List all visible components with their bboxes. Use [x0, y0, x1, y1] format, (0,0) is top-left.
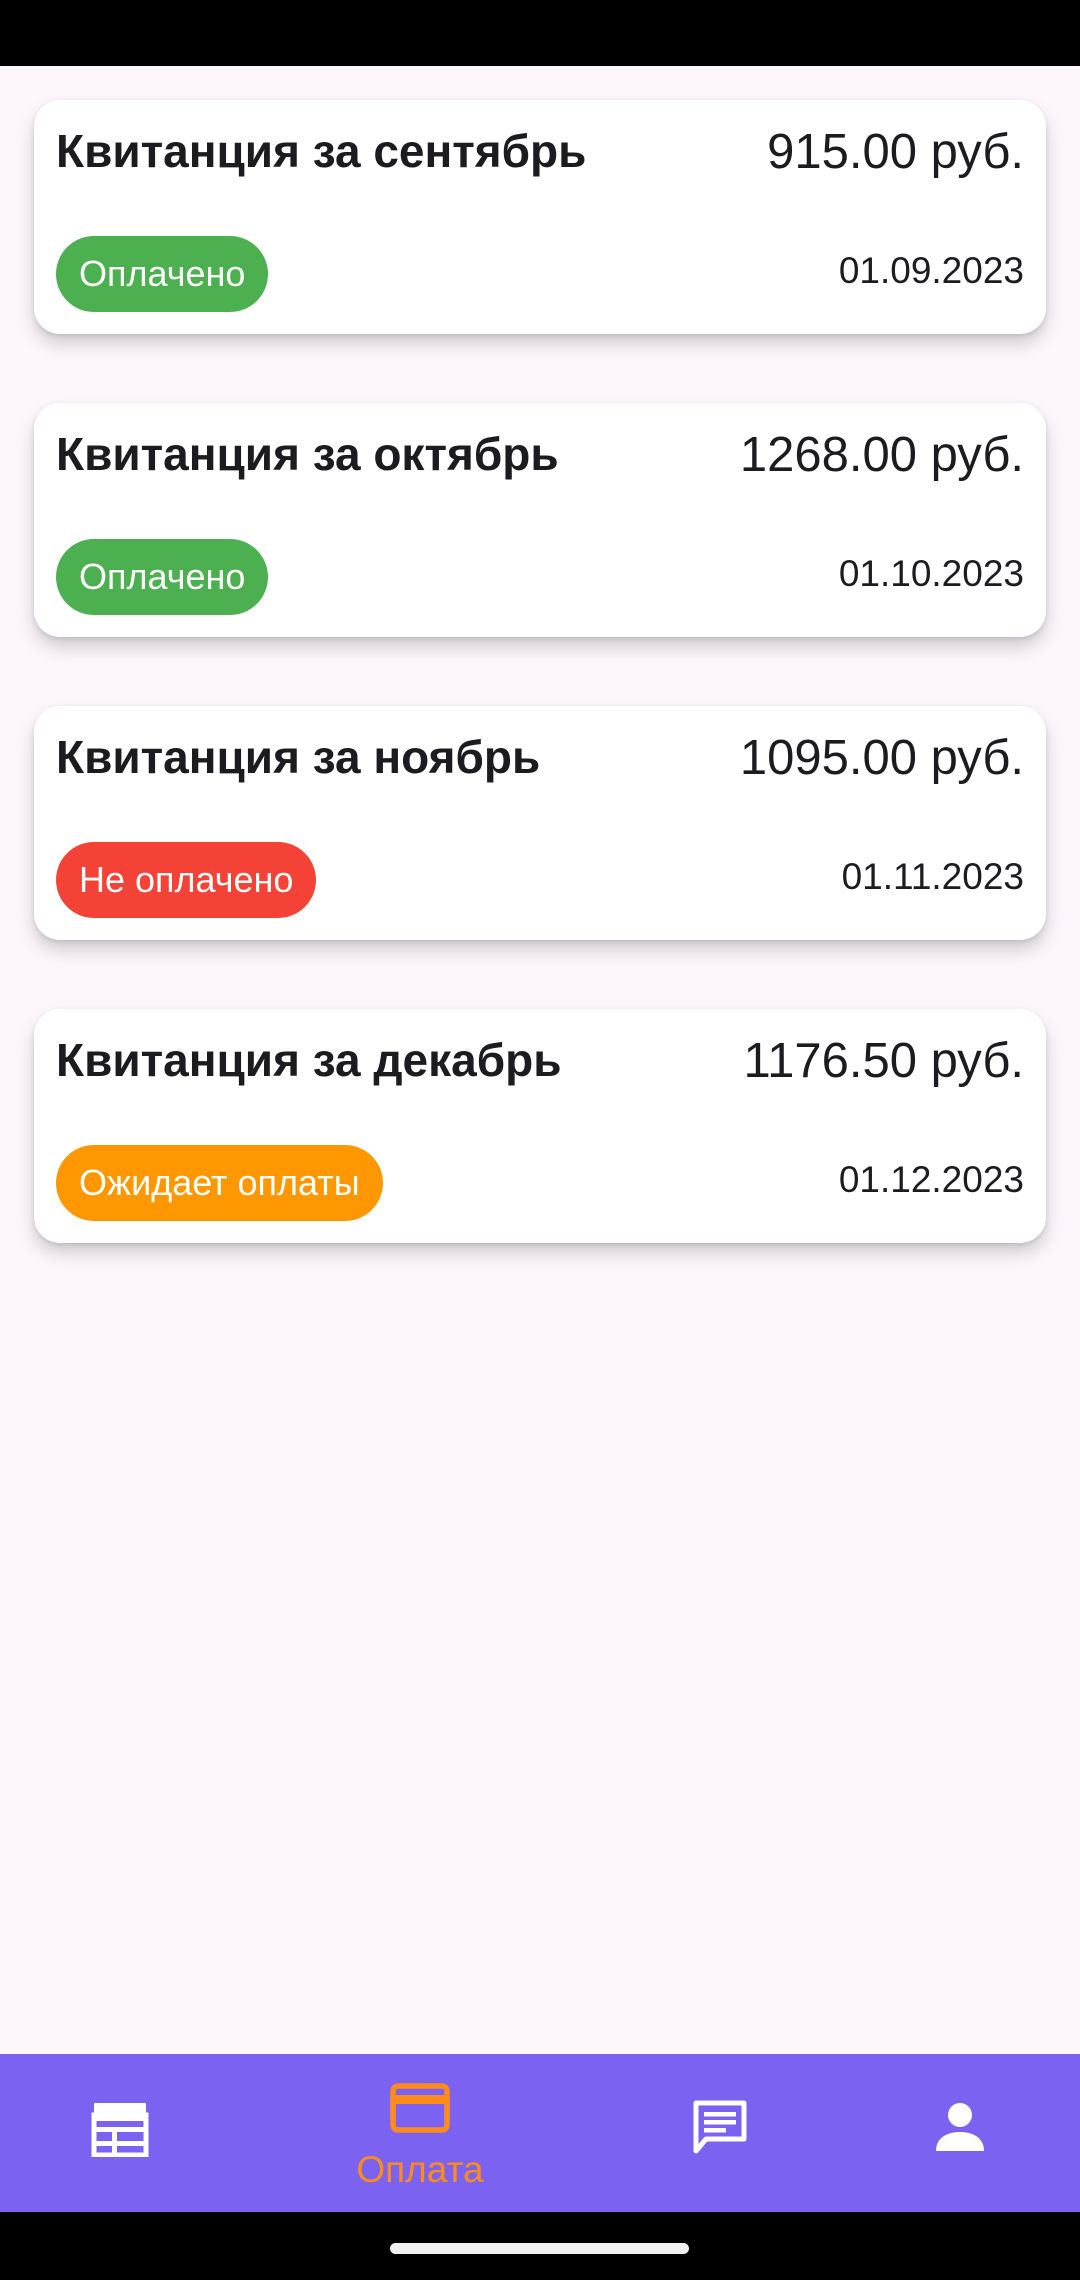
receipt-date: 01.09.2023 [838, 250, 1024, 291]
status-badge: Ожидает оплаты [56, 1145, 383, 1221]
receipt-amount: 1095.00 руб. [739, 731, 1024, 785]
credit-card-icon [390, 2083, 450, 2133]
status-badge: Оплачено [56, 539, 269, 615]
nav-label-payment: Оплата [356, 2149, 484, 2190]
nav-item-news[interactable] [0, 2054, 240, 2212]
receipt-card[interactable]: Квитанция за ноябрь 1095.00 руб. Не опла… [34, 706, 1046, 940]
receipt-date: 01.10.2023 [838, 553, 1024, 594]
status-badge: Оплачено [56, 236, 269, 312]
bottom-navigation: Оплата [0, 2054, 1080, 2212]
receipt-title: Квитанция за сентябрь [56, 125, 587, 177]
receipt-title: Квитанция за ноябрь [56, 731, 541, 783]
status-badge: Не оплачено [56, 842, 317, 918]
receipt-amount: 1176.50 руб. [743, 1034, 1024, 1088]
nav-item-chat[interactable] [600, 2054, 840, 2212]
receipt-list: Квитанция за сентябрь 915.00 руб. Оплаче… [34, 100, 1046, 1312]
receipt-card[interactable]: Квитанция за октябрь 1268.00 руб. Оплаче… [34, 403, 1046, 637]
receipt-date: 01.11.2023 [841, 856, 1024, 897]
nav-item-profile[interactable] [840, 2054, 1080, 2212]
status-bar [0, 0, 1080, 66]
receipt-title: Квитанция за октябрь [56, 428, 559, 480]
newspaper-icon [91, 2103, 149, 2157]
nav-item-payment[interactable]: Оплата [300, 2054, 540, 2212]
receipt-amount: 1268.00 руб. [739, 428, 1024, 482]
chat-icon [693, 2100, 747, 2154]
gesture-handle[interactable] [390, 2243, 689, 2254]
person-icon [936, 2103, 984, 2151]
receipt-title: Квитанция за декабрь [56, 1034, 562, 1086]
receipt-card[interactable]: Квитанция за декабрь 1176.50 руб. Ожидае… [34, 1009, 1046, 1243]
receipt-card[interactable]: Квитанция за сентябрь 915.00 руб. Оплаче… [34, 100, 1046, 334]
receipt-amount: 915.00 руб. [767, 125, 1024, 179]
receipt-date: 01.12.2023 [838, 1159, 1024, 1200]
